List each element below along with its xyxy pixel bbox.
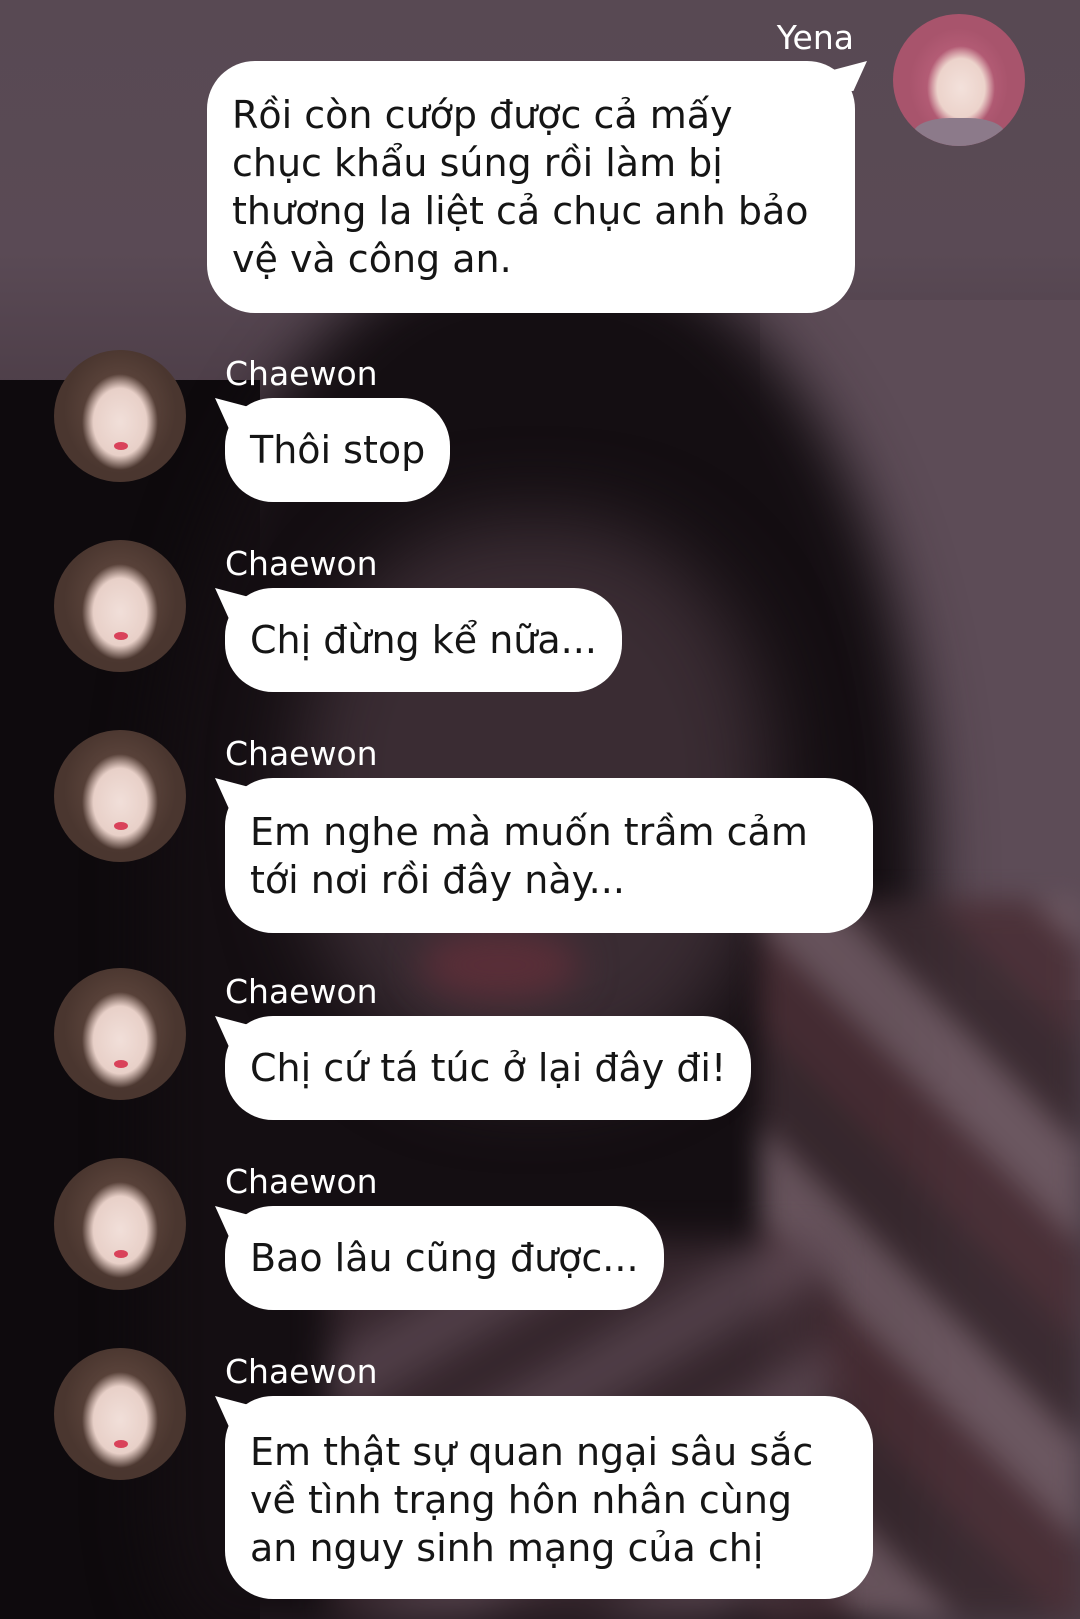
message-text: Em nghe mà muốn trầm cảm tới nơi rồi đây… — [250, 810, 808, 902]
avatar[interactable] — [54, 1158, 186, 1290]
message-row-chaewon: Chaewon Chị cứ tá túc ở lại đây đi! — [0, 968, 1080, 1128]
avatar[interactable] — [54, 730, 186, 862]
message-row-chaewon: Chaewon Chị đừng kể nữa... — [0, 540, 1080, 700]
message-bubble[interactable]: Em nghe mà muốn trầm cảm tới nơi rồi đây… — [215, 778, 873, 933]
message-row-chaewon: Chaewon Em nghe mà muốn trầm cảm tới nơi… — [0, 730, 1080, 940]
sender-name: Chaewon — [225, 354, 378, 393]
message-bubble[interactable]: Chị đừng kể nữa... — [215, 588, 622, 692]
message-row-chaewon: Chaewon Em thật sự quan ngại sâu sắc về … — [0, 1348, 1080, 1608]
sender-name: Chaewon — [225, 972, 378, 1011]
message-text: Chị cứ tá túc ở lại đây đi! — [250, 1046, 727, 1090]
sender-name: Chaewon — [225, 1352, 378, 1391]
avatar[interactable] — [54, 350, 186, 482]
avatar[interactable] — [893, 14, 1025, 146]
sender-name: Chaewon — [225, 1162, 378, 1201]
message-row-chaewon: Chaewon Bao lâu cũng được... — [0, 1158, 1080, 1318]
message-text: Rồi còn cướp được cả mấy chục khẩu súng … — [232, 93, 809, 281]
message-bubble[interactable]: Chị cứ tá túc ở lại đây đi! — [215, 1016, 752, 1120]
message-text: Thôi stop — [250, 428, 426, 472]
sender-name: Chaewon — [225, 734, 378, 773]
avatar[interactable] — [54, 968, 186, 1100]
chat-screen: Yena Rồi còn cướp được cả mấy chục khẩu … — [0, 0, 1080, 1619]
message-bubble[interactable]: Rồi còn cướp được cả mấy chục khẩu súng … — [207, 61, 867, 313]
message-text: Em thật sự quan ngại sâu sắc về tình trạ… — [250, 1430, 814, 1570]
message-bubble[interactable]: Thôi stop — [215, 398, 451, 502]
sender-name: Chaewon — [225, 544, 378, 583]
message-row-yena: Yena Rồi còn cướp được cả mấy chục khẩu … — [0, 0, 1080, 320]
avatar[interactable] — [54, 1348, 186, 1480]
message-row-chaewon: Chaewon Thôi stop — [0, 350, 1080, 510]
message-text: Bao lâu cũng được... — [250, 1236, 639, 1280]
avatar[interactable] — [54, 540, 186, 672]
message-text: Chị đừng kể nữa... — [250, 618, 597, 662]
message-bubble[interactable]: Bao lâu cũng được... — [215, 1206, 664, 1310]
message-bubble[interactable]: Em thật sự quan ngại sâu sắc về tình trạ… — [215, 1396, 873, 1599]
sender-name: Yena — [776, 18, 854, 57]
